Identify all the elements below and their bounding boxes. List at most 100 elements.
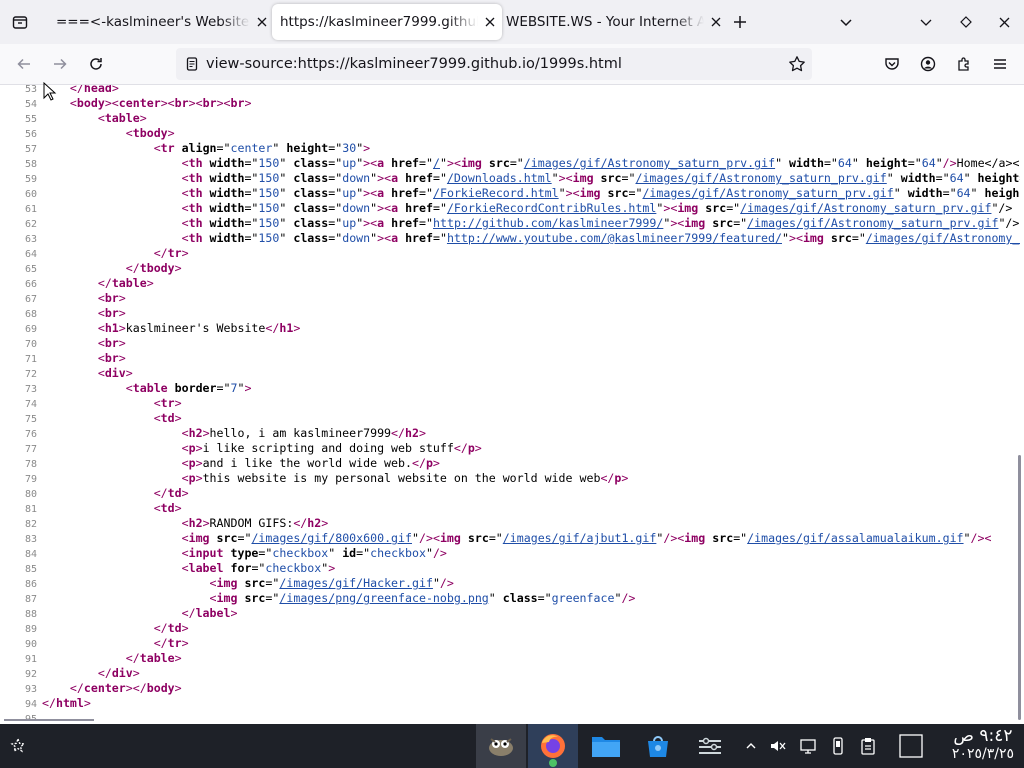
source-code: <img src="/images/gif/800x600.gif"/><img…	[181, 531, 992, 545]
device-connect-icon[interactable]	[826, 724, 850, 768]
tab-kaslmineer-website[interactable]: ===<-kaslmineer's Website - 1999	[48, 4, 274, 40]
source-line: 70 <br>	[0, 336, 1020, 351]
source-code: <table>	[97, 111, 147, 125]
network-display-icon[interactable]	[796, 724, 820, 768]
reload-icon[interactable]	[80, 48, 112, 80]
line-number: 55	[24, 114, 37, 125]
new-tab-plus-icon[interactable]	[724, 0, 756, 44]
source-line: 55 <table>	[0, 111, 1020, 126]
line-number: 85	[24, 564, 37, 575]
source-line: 79 <p>this website is my personal websit…	[0, 471, 1020, 486]
view-source-content[interactable]: 53 </head> 54 <body><center><br><br><br> 5…	[0, 85, 1020, 721]
system-settings-icon[interactable]	[686, 724, 734, 768]
list-all-tabs-chevron-icon[interactable]	[830, 0, 862, 44]
url-text: view-source:https://kaslmineer7999.githu…	[206, 56, 622, 72]
star-icon[interactable]	[788, 55, 806, 73]
source-line: 73 <table border="7">	[0, 381, 1020, 396]
source-code: </tr>	[153, 246, 189, 260]
show-desktop-icon[interactable]	[896, 724, 926, 768]
clipboard-icon[interactable]	[856, 724, 880, 768]
source-code: <img src="/images/png/greenface-nobg.png…	[209, 591, 636, 605]
source-code: <p>i like scripting and doing web stuff<…	[181, 441, 482, 455]
software-store-icon[interactable]	[634, 724, 682, 768]
hamburger-menu-icon[interactable]	[984, 48, 1016, 80]
source-code: <p>and i like the world wide web.</p>	[181, 456, 440, 470]
back-arrow-icon[interactable]	[8, 48, 40, 80]
source-line: 67 <br>	[0, 291, 1020, 306]
file-manager-icon[interactable]	[582, 724, 630, 768]
source-code: </table>	[97, 276, 154, 290]
line-number: 60	[24, 189, 37, 200]
line-number: 56	[24, 129, 37, 140]
source-line: 94 </html>	[0, 696, 1020, 711]
firefox-app-icon[interactable]	[528, 724, 578, 768]
source-code: <th width="150" class="down"><a href="/D…	[181, 171, 1020, 185]
page-info-icon[interactable]	[184, 56, 200, 72]
line-number: 72	[24, 369, 37, 380]
source-code: <br>	[97, 351, 126, 365]
source-line: 91 </table>	[0, 651, 1020, 666]
source-code: <h1>kaslmineer's Website</h1>	[97, 321, 301, 335]
line-number: 57	[24, 144, 37, 155]
source-line: 75 <td>	[0, 411, 1020, 426]
line-number: 67	[24, 294, 37, 305]
source-code: <table border="7">	[125, 381, 252, 395]
gimp-app-icon[interactable]	[476, 724, 526, 768]
source-code: </table>	[125, 651, 182, 665]
minimize-chevron-icon[interactable]	[910, 0, 942, 44]
line-number: 81	[24, 504, 37, 515]
line-number: 79	[24, 474, 37, 485]
close-tab-icon[interactable]	[250, 10, 274, 34]
source-code: <img src="/images/gif/Hacker.gif"/>	[209, 576, 454, 590]
line-number: 94	[24, 699, 37, 710]
source-code: <br>	[97, 291, 126, 305]
source-code: <th width="150" class="down"><a href="ht…	[181, 231, 1020, 245]
pocket-icon[interactable]	[876, 48, 908, 80]
system-clock[interactable]: ٩:٤٢ ص ٢٠٢٥/٣/٢٥	[952, 727, 1014, 763]
line-number: 82	[24, 519, 37, 530]
line-number: 69	[24, 324, 37, 335]
source-code: <h2>RANDOM GIFS:</h2>	[181, 516, 329, 530]
tray-expand-chevron-icon[interactable]	[740, 724, 762, 768]
source-code: <label for="checkbox">	[181, 561, 336, 575]
account-icon[interactable]	[912, 48, 944, 80]
vertical-scrollbar-thumb[interactable]	[1018, 455, 1021, 720]
forward-arrow-icon[interactable]	[44, 48, 76, 80]
tab-website-ws[interactable]: WEBSITE.WS - Your Internet Address	[498, 4, 728, 40]
address-bar[interactable]: view-source:https://kaslmineer7999.githu…	[176, 48, 812, 80]
extensions-icon[interactable]	[948, 48, 980, 80]
source-line: 53 </head>	[0, 85, 1020, 96]
maximize-diamond-icon[interactable]	[950, 0, 982, 44]
line-number: 90	[24, 639, 37, 650]
source-line: 84 <input type="checkbox" id="checkbox"/…	[0, 546, 1020, 561]
source-code: </td>	[153, 486, 189, 500]
source-code: <br>	[97, 306, 126, 320]
source-line: 78 <p>and i like the world wide web.</p>	[0, 456, 1020, 471]
line-number: 63	[24, 234, 37, 245]
line-number: 93	[24, 684, 37, 695]
source-code: </td>	[153, 621, 189, 635]
volume-muted-icon[interactable]	[766, 724, 790, 768]
line-number: 84	[24, 549, 37, 560]
tab-1999s-active[interactable]: https://kaslmineer7999.github.io/1999s.h…	[272, 4, 502, 40]
source-code: </div>	[97, 666, 140, 680]
line-number: 80	[24, 489, 37, 500]
navigation-toolbar: view-source:https://kaslmineer7999.githu…	[0, 44, 1024, 85]
source-line: 90 </tr>	[0, 636, 1020, 651]
source-line: 82 <h2>RANDOM GIFS:</h2>	[0, 516, 1020, 531]
line-number: 68	[24, 309, 37, 320]
clock-time: ٩:٤٢ ص	[953, 726, 1013, 746]
source-code: </tbody>	[125, 261, 182, 275]
line-number: 92	[24, 669, 37, 680]
app-launcher-icon[interactable]	[4, 724, 32, 768]
close-window-icon[interactable]	[988, 0, 1020, 44]
line-number: 66	[24, 279, 37, 290]
line-number: 58	[24, 159, 37, 170]
line-number: 64	[24, 249, 37, 260]
source-code: <td>	[153, 501, 182, 515]
source-line: 83 <img src="/images/gif/800x600.gif"/><…	[0, 531, 1020, 546]
line-number: 75	[24, 414, 37, 425]
horizontal-scrollbar-thumb[interactable]	[4, 719, 94, 721]
source-line: 62 <th width="150" class="up"><a href="h…	[0, 216, 1020, 231]
tab-list-icon[interactable]	[4, 0, 36, 44]
